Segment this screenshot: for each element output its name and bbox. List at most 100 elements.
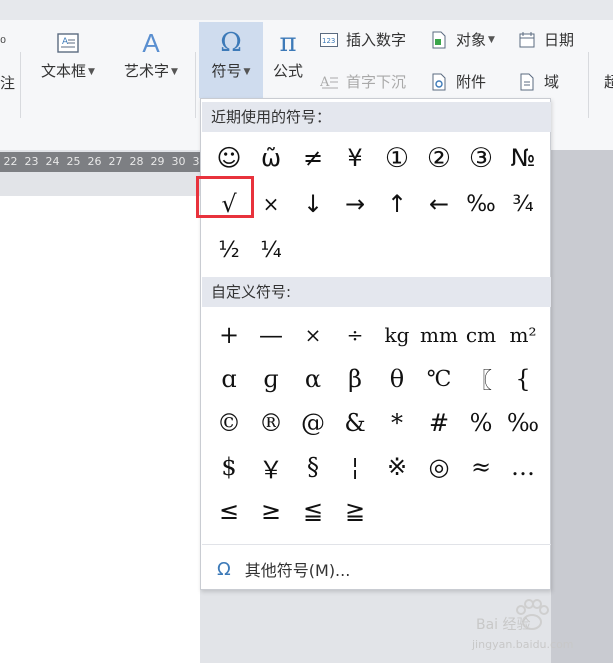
symbol-cell[interactable]: # xyxy=(418,401,460,445)
attachment-button[interactable]: 附件 xyxy=(430,71,486,92)
symbol-cell[interactable]: — xyxy=(250,313,292,357)
symbol-cell[interactable]: ≦ xyxy=(292,489,334,533)
textbox-button[interactable]: A 文本框 ▼ xyxy=(32,26,104,82)
other-symbols-item[interactable]: Ω 其他符号(M)... xyxy=(217,555,350,583)
chevron-down-icon: ▼ xyxy=(171,66,178,77)
symbol-cell[interactable]: ω̃ xyxy=(250,135,292,181)
field-icon xyxy=(518,73,536,91)
wordart-label: 艺术字 xyxy=(124,62,170,80)
symbol-cell[interactable]: ‰ xyxy=(460,181,502,227)
symbol-cell[interactable]: ◎ xyxy=(418,445,460,489)
symbol-cell[interactable]: mm xyxy=(418,313,460,357)
symbol-cell[interactable]: & xyxy=(334,401,376,445)
symbol-cell[interactable]: β xyxy=(334,357,376,401)
right-cut-label: 超 xyxy=(604,73,613,91)
object-label: 对象 xyxy=(456,31,487,49)
wordart-button[interactable]: A 艺术字 ▼ xyxy=(114,26,188,82)
symbol-button[interactable]: Ω 符号 ▼ xyxy=(199,26,263,82)
symbol-cell[interactable]: ÷ xyxy=(334,313,376,357)
symbol-cell[interactable]: ɡ xyxy=(250,357,292,401)
pi-icon: π xyxy=(279,28,297,58)
symbol-cell[interactable]: @ xyxy=(292,401,334,445)
symbol-cell[interactable]: cm xyxy=(460,313,502,357)
symbol-cell[interactable]: ½ xyxy=(208,227,250,273)
symbol-cell[interactable]: × xyxy=(250,181,292,227)
symbol-cell[interactable]: ← xyxy=(418,181,460,227)
symbol-cell[interactable]: { xyxy=(502,357,544,401)
left-cut-icon: ⁰ xyxy=(0,34,7,52)
symbol-cell[interactable]: + xyxy=(208,313,250,357)
symbol-cell[interactable]: № xyxy=(502,135,544,181)
omega-icon: Ω xyxy=(220,28,242,58)
symbol-cell[interactable]: → xyxy=(334,181,376,227)
watermark-url: jingyan.baidu.com xyxy=(472,638,574,651)
symbol-cell[interactable]: § xyxy=(292,445,334,489)
other-symbols-label: 其他符号(M)... xyxy=(244,561,351,580)
document-background xyxy=(551,150,613,663)
symbol-cell[interactable]: kg xyxy=(376,313,418,357)
symbol-cell[interactable]: m² xyxy=(502,313,544,357)
symbol-cell[interactable]: 〖 xyxy=(460,357,502,401)
ribbon-separator xyxy=(588,52,589,118)
symbol-cell[interactable]: ② xyxy=(418,135,460,181)
attachment-icon xyxy=(430,73,448,91)
symbol-cell[interactable]: … xyxy=(502,445,544,489)
object-button[interactable]: 对象 ▼ xyxy=(430,29,495,50)
omega-icon: Ω xyxy=(217,558,231,580)
date-button[interactable]: 日期 xyxy=(518,29,574,50)
formula-label: 公式 xyxy=(272,62,303,80)
symbol-cell[interactable]: ③ xyxy=(460,135,502,181)
symbol-cell[interactable]: ¾ xyxy=(502,181,544,227)
attachment-label: 附件 xyxy=(456,73,487,91)
symbol-cell[interactable]: × xyxy=(292,313,334,357)
symbol-cell[interactable]: ® xyxy=(250,401,292,445)
svg-text:123: 123 xyxy=(322,37,335,45)
recent-symbols-grid: ☺ ω̃ ≠ ¥ ① ② ③ № √ × ↓ → ↑ ← ‰ ¾ ½ ¼ xyxy=(208,135,544,273)
chevron-down-icon: ▼ xyxy=(88,66,95,77)
horizontal-ruler: 22232425262728293031 xyxy=(0,152,200,172)
symbol-cell[interactable]: ※ xyxy=(376,445,418,489)
symbol-cell[interactable]: ≤ xyxy=(208,489,250,533)
highlight-box xyxy=(196,176,254,218)
recent-symbols-header: 近期使用的符号： xyxy=(202,102,551,132)
field-button[interactable]: 域 xyxy=(518,71,559,92)
symbol-cell[interactable]: ① xyxy=(376,135,418,181)
symbol-cell[interactable]: ↓ xyxy=(292,181,334,227)
number-icon: 123 xyxy=(320,31,338,49)
left-cut-label: 注 xyxy=(0,74,16,92)
watermark-logo-text: Bai 经验 xyxy=(476,617,531,633)
symbol-cell[interactable]: ≈ xyxy=(460,445,502,489)
symbol-cell[interactable]: ¼ xyxy=(250,227,292,273)
dropcap-label: 首字下沉 xyxy=(346,73,407,91)
symbol-cell[interactable]: ‰ xyxy=(502,401,544,445)
menu-divider xyxy=(202,544,551,545)
symbol-cell[interactable]: © xyxy=(208,401,250,445)
dropcap-button[interactable]: A 首字下沉 xyxy=(320,71,406,92)
custom-symbols-header: 自定义符号: xyxy=(202,277,551,307)
symbol-cell[interactable]: ≠ xyxy=(292,135,334,181)
symbol-cell[interactable]: ￥ xyxy=(250,445,292,489)
textbox-label: 文本框 xyxy=(41,62,87,80)
chevron-down-icon: ▼ xyxy=(488,34,495,45)
chevron-down-icon: ▼ xyxy=(243,66,251,77)
insert-number-label: 插入数字 xyxy=(346,31,407,49)
document-page[interactable] xyxy=(0,196,200,663)
symbol-cell[interactable]: ≧ xyxy=(334,489,376,533)
insert-number-button[interactable]: 123 插入数字 xyxy=(320,29,406,50)
field-label: 域 xyxy=(544,73,560,91)
formula-button[interactable]: π 公式 xyxy=(266,26,310,82)
symbol-cell[interactable]: ↑ xyxy=(376,181,418,227)
symbol-cell[interactable]: ≥ xyxy=(250,489,292,533)
symbol-cell[interactable]: θ xyxy=(376,357,418,401)
symbol-cell[interactable]: ¦ xyxy=(334,445,376,489)
symbol-cell[interactable]: $ xyxy=(208,445,250,489)
object-icon xyxy=(430,31,448,49)
symbol-cell[interactable]: * xyxy=(376,401,418,445)
symbol-cell[interactable]: ¥ xyxy=(334,135,376,181)
symbol-cell[interactable]: % xyxy=(460,401,502,445)
symbol-cell[interactable]: ℃ xyxy=(418,357,460,401)
symbol-cell[interactable]: α xyxy=(292,357,334,401)
symbol-cell[interactable]: ɑ xyxy=(208,357,250,401)
symbol-cell[interactable]: ☺ xyxy=(208,135,250,181)
ribbon-separator xyxy=(195,52,196,118)
